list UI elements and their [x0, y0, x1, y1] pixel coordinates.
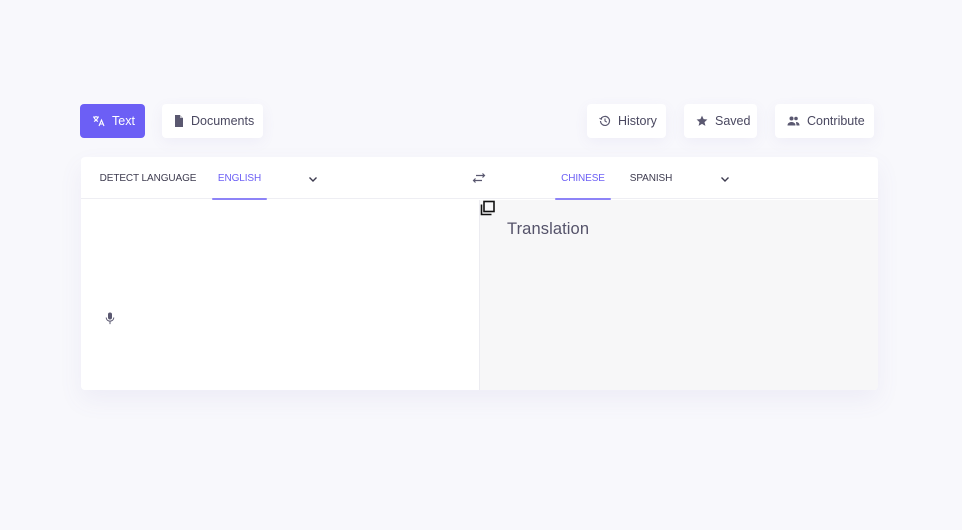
translate-icon [92, 115, 105, 127]
saved-button[interactable]: Saved [684, 104, 757, 138]
documents-mode-label: Documents [191, 114, 255, 128]
translation-placeholder: Translation [507, 220, 590, 238]
history-icon [599, 115, 611, 127]
text-mode-button[interactable]: Text [80, 104, 145, 138]
target-lang-spanish-tab[interactable]: SPANISH [625, 157, 677, 199]
language-bar: DETECT LANGUAGE ENGLISH CHINESE SPANISH [81, 157, 878, 200]
mode-toolbar: Text Documents History Saved Contribute [80, 104, 878, 138]
text-mode-label: Text [112, 114, 135, 128]
translation-output: Translation [479, 200, 878, 390]
target-language-dropdown-chevron-icon[interactable] [719, 172, 731, 184]
source-lang-english-tab[interactable]: ENGLISH [212, 157, 267, 200]
source-text-input[interactable] [81, 200, 479, 390]
source-language-dropdown-chevron-icon[interactable] [307, 172, 319, 184]
swap-languages-icon[interactable] [472, 171, 486, 185]
contribute-button[interactable]: Contribute [775, 104, 874, 138]
documents-mode-button[interactable]: Documents [162, 104, 263, 138]
document-icon [174, 115, 184, 127]
history-button[interactable]: History [587, 104, 666, 138]
history-label: History [618, 114, 657, 128]
microphone-icon[interactable] [105, 312, 115, 325]
contribute-label: Contribute [807, 114, 865, 128]
translator-panel: DETECT LANGUAGE ENGLISH CHINESE SPANISH … [81, 157, 878, 390]
target-lang-chinese-tab[interactable]: CHINESE [555, 157, 611, 200]
copy-icon[interactable] [480, 200, 496, 216]
people-icon [787, 116, 800, 126]
source-lang-detect-tab[interactable]: DETECT LANGUAGE [97, 157, 199, 199]
saved-label: Saved [715, 114, 751, 128]
star-icon [696, 115, 708, 127]
